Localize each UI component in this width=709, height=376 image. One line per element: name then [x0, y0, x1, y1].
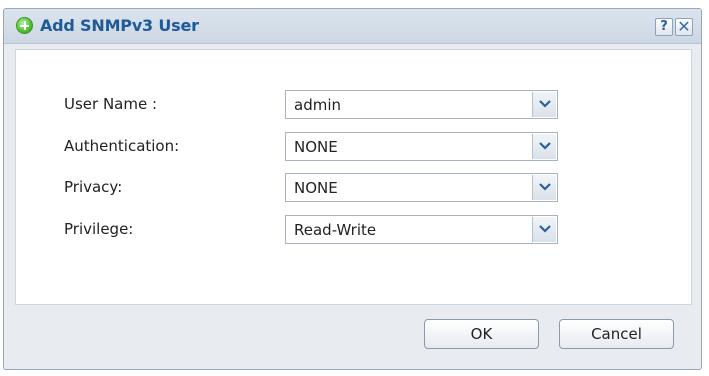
- authentication-label: Authentication:: [64, 137, 180, 155]
- user-name-value: admin: [294, 96, 341, 114]
- authentication-value: NONE: [294, 138, 338, 156]
- chevron-down-icon[interactable]: [532, 92, 556, 117]
- dialog-title: Add SNMPv3 User: [40, 16, 199, 35]
- chevron-down-icon[interactable]: [532, 175, 556, 200]
- add-snmpv3-user-dialog: Add SNMPv3 User ? ✕ User Name : admin Au…: [3, 8, 702, 370]
- cancel-button[interactable]: Cancel: [559, 319, 674, 349]
- privacy-label: Privacy:: [64, 178, 123, 196]
- user-name-label: User Name :: [64, 95, 158, 113]
- privilege-label: Privilege:: [64, 220, 134, 238]
- authentication-select[interactable]: NONE: [285, 132, 558, 161]
- privacy-select[interactable]: NONE: [285, 173, 558, 202]
- ok-button[interactable]: OK: [424, 319, 539, 349]
- close-button[interactable]: ✕: [675, 18, 693, 36]
- add-icon: [16, 17, 33, 34]
- chevron-down-icon[interactable]: [532, 134, 556, 159]
- form-panel: User Name : admin Authentication: NONE P…: [15, 49, 692, 305]
- user-name-select[interactable]: admin: [285, 90, 558, 119]
- privacy-value: NONE: [294, 179, 338, 197]
- dialog-titlebar: Add SNMPv3 User ? ✕: [4, 9, 701, 44]
- form-row-authentication: Authentication: NONE: [16, 132, 691, 162]
- form-row-privilege: Privilege: Read-Write: [16, 215, 691, 245]
- form-row-user-name: User Name : admin: [16, 90, 691, 120]
- privilege-select[interactable]: Read-Write: [285, 215, 558, 244]
- chevron-down-icon[interactable]: [532, 217, 556, 242]
- help-button[interactable]: ?: [655, 18, 673, 36]
- privilege-value: Read-Write: [294, 221, 377, 239]
- form-row-privacy: Privacy: NONE: [16, 173, 691, 203]
